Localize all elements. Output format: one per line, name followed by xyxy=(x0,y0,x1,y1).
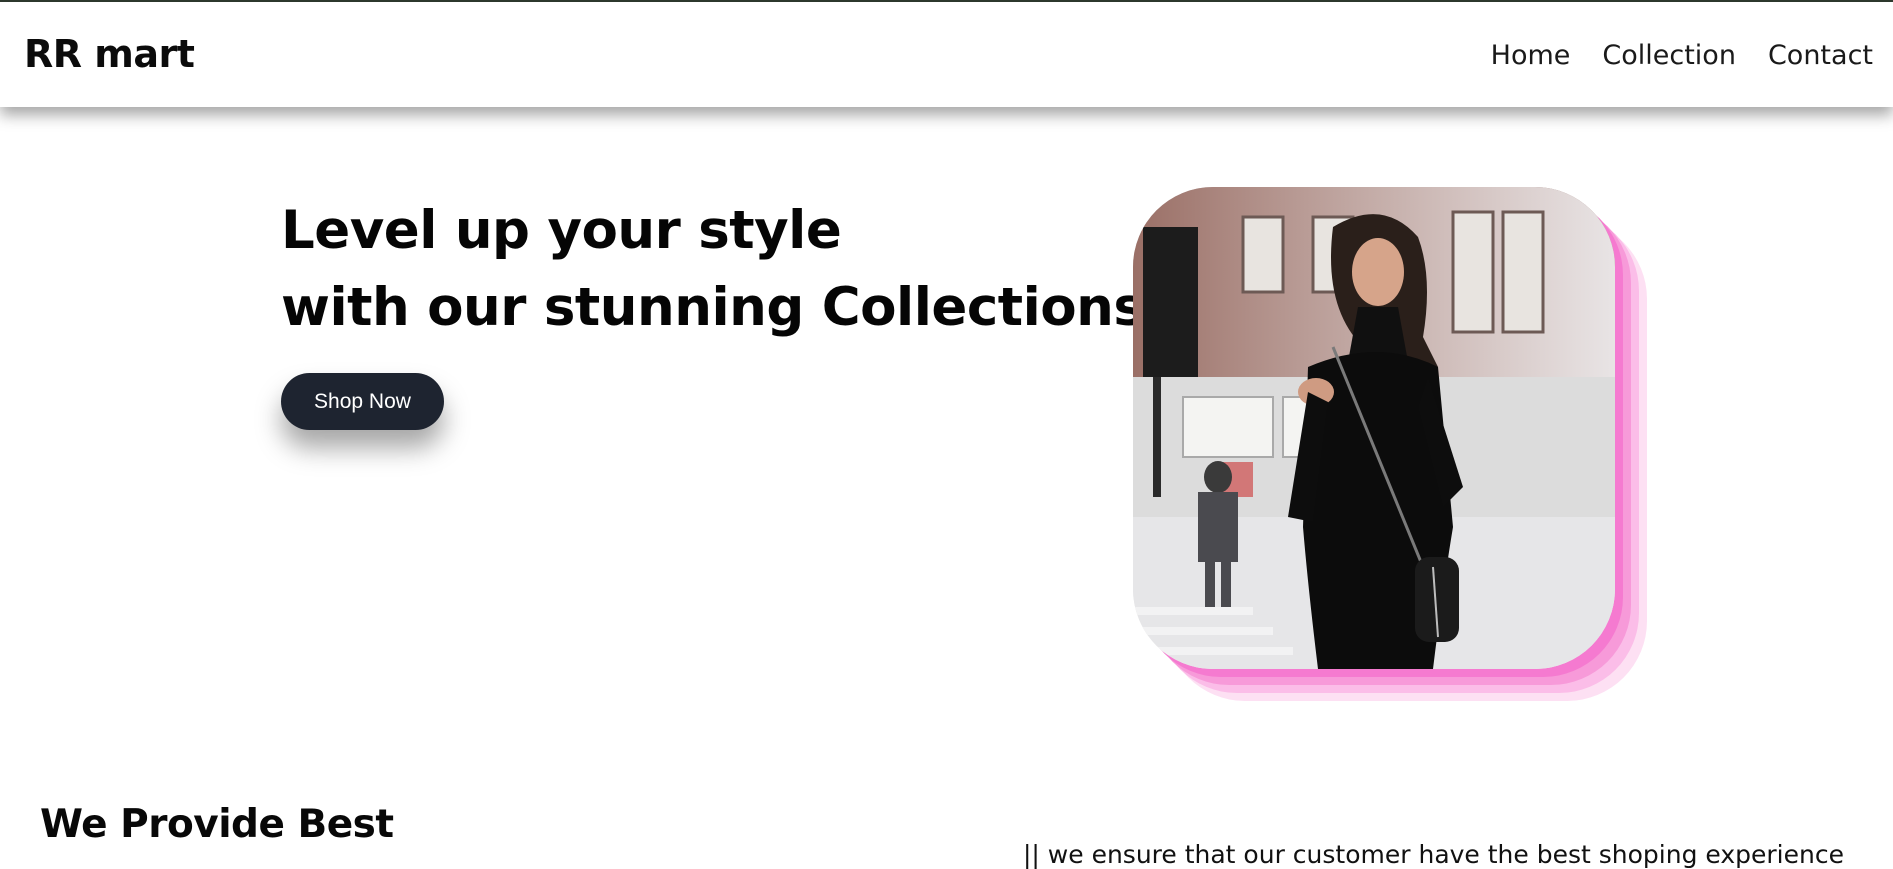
nav-link-contact[interactable]: Contact xyxy=(1768,40,1873,71)
hero-title: Level up your style with our stunning Co… xyxy=(281,192,1145,346)
nav-link-collection[interactable]: Collection xyxy=(1602,40,1736,71)
navbar: RR mart Home Collection Contact xyxy=(0,2,1893,107)
nav-links: Home Collection Contact xyxy=(1491,40,1873,71)
section-title: We Provide Best xyxy=(40,802,394,847)
section-text: || we ensure that our customer have the … xyxy=(1023,840,1844,869)
site-logo[interactable]: RR mart xyxy=(24,32,195,76)
hero-image xyxy=(1133,187,1615,669)
nav-link-home[interactable]: Home xyxy=(1491,40,1571,71)
hero-title-line-2: with our stunning Collections xyxy=(281,277,1145,338)
shop-now-button[interactable]: Shop Now xyxy=(281,373,444,430)
hero-image-frame xyxy=(1133,187,1615,669)
hero-title-line-1: Level up your style xyxy=(281,200,842,261)
